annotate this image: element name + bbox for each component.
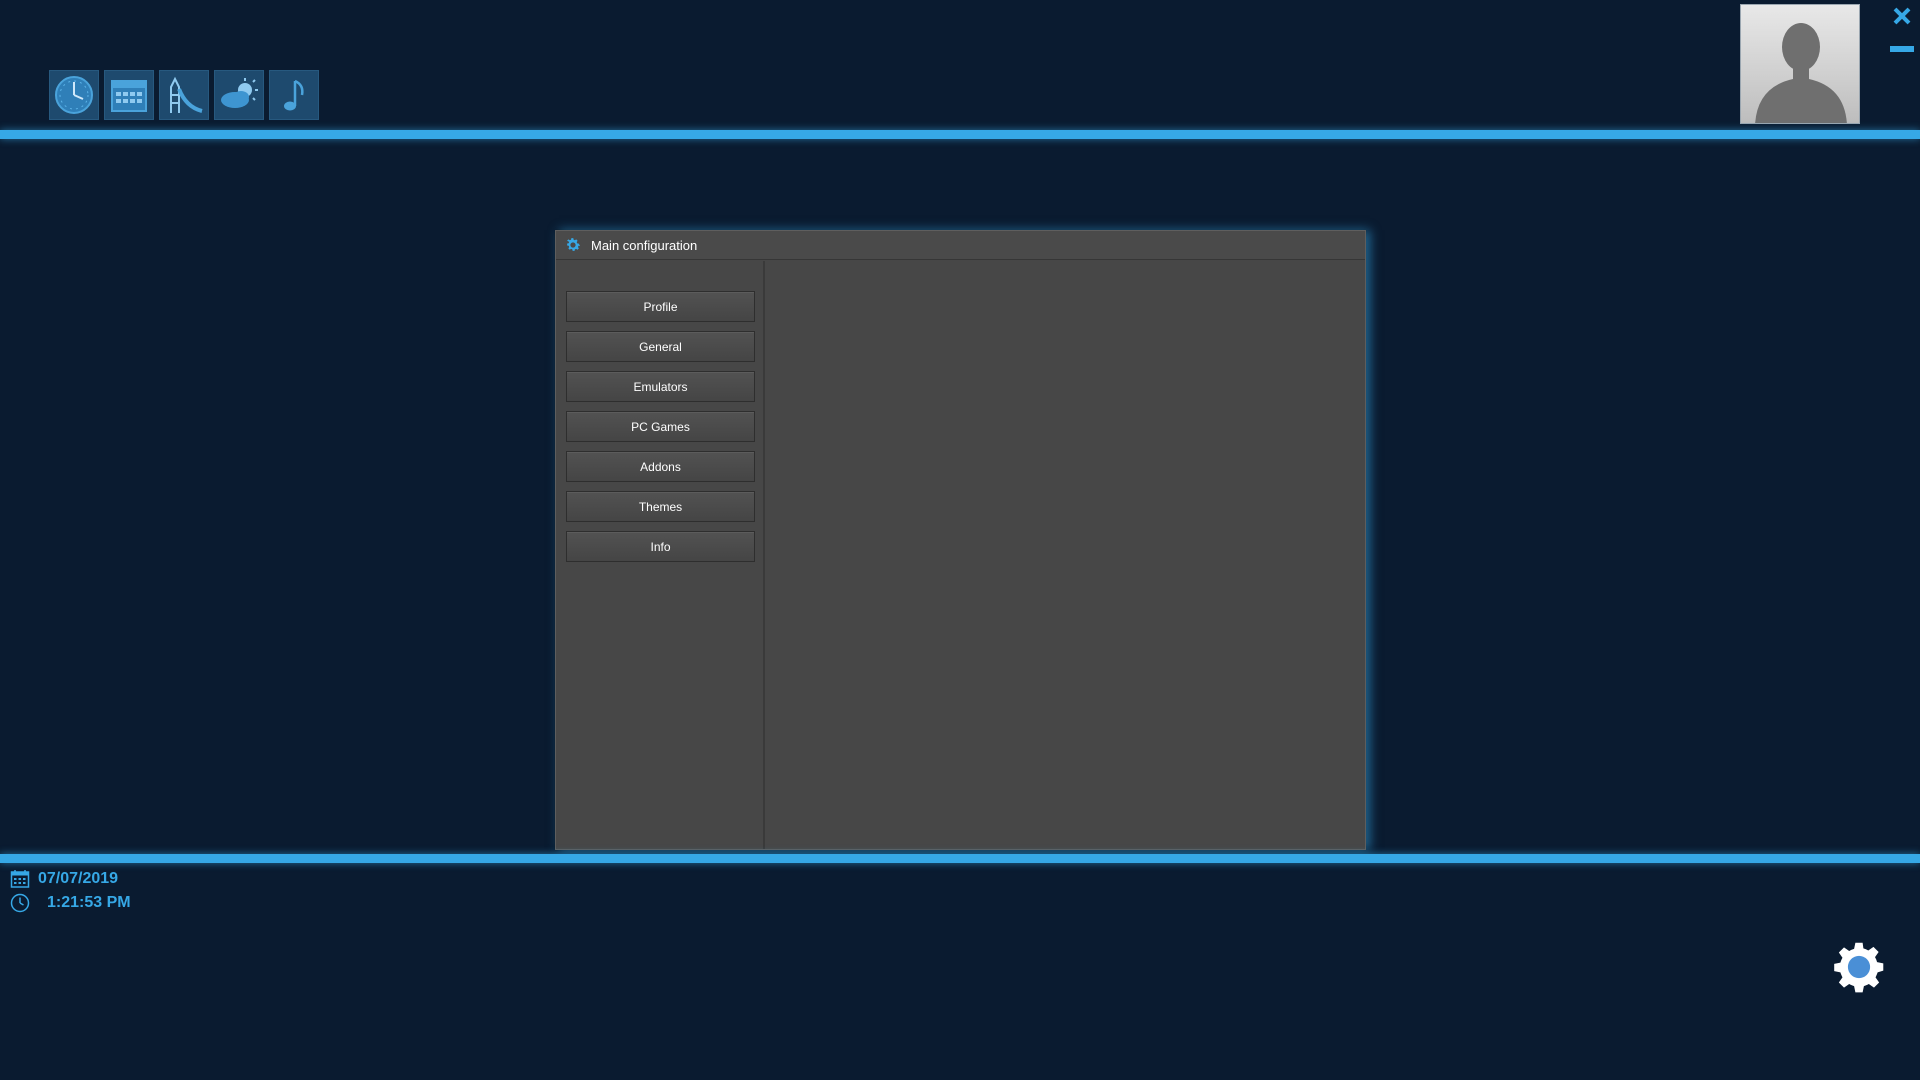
calendar-app-icon: [111, 80, 147, 112]
close-button[interactable]: [1892, 6, 1912, 26]
gear-icon: [567, 238, 581, 251]
dialog-title: Main configuration: [591, 237, 698, 253]
datetime-display: 07/07/2019 1:21:53 PM: [10, 867, 131, 915]
playground-app-button[interactable]: [159, 70, 209, 120]
config-nav-list: Profile General Emulators PC Games Addon…: [566, 291, 755, 571]
info-button[interactable]: Info: [566, 531, 755, 562]
music-app-icon: [284, 79, 304, 111]
themes-button[interactable]: Themes: [566, 491, 755, 522]
bottom-accent-bar: [0, 854, 1920, 863]
app-launcher-bar: [49, 70, 319, 120]
playground-app-icon: [170, 76, 203, 113]
person-silhouette-icon: [1755, 23, 1847, 123]
profile-button[interactable]: Profile: [566, 291, 755, 322]
calendar-icon: [10, 870, 30, 888]
settings-gear-icon: [1834, 942, 1884, 993]
pc-games-button[interactable]: PC Games: [566, 411, 755, 442]
music-app-button[interactable]: [269, 70, 319, 120]
time-row: 1:21:53 PM: [10, 891, 131, 915]
settings-button[interactable]: [1828, 936, 1890, 998]
user-avatar[interactable]: [1740, 4, 1860, 124]
time-text: 1:21:53 PM: [47, 894, 131, 911]
emulators-button[interactable]: Emulators: [566, 371, 755, 402]
config-sidebar: Profile General Emulators PC Games Addon…: [556, 261, 765, 849]
desktop-screen: Main configuration Profile General Emula…: [0, 0, 1920, 1080]
weather-app-button[interactable]: [214, 70, 264, 120]
main-configuration-dialog: Main configuration Profile General Emula…: [555, 230, 1366, 850]
weather-app-icon: [221, 78, 258, 108]
top-accent-bar: [0, 130, 1920, 139]
clock-icon: [10, 893, 30, 913]
addons-button[interactable]: Addons: [566, 451, 755, 482]
minimize-button[interactable]: [1890, 46, 1914, 52]
clock-app-button[interactable]: [49, 70, 99, 120]
date-row: 07/07/2019: [10, 867, 131, 891]
clock-app-icon: [55, 76, 93, 114]
dialog-titlebar[interactable]: Main configuration: [556, 231, 1365, 260]
date-text: 07/07/2019: [38, 870, 119, 887]
config-content-panel: [766, 261, 1365, 849]
general-button[interactable]: General: [566, 331, 755, 362]
calendar-app-button[interactable]: [104, 70, 154, 120]
close-icon: [1893, 7, 1911, 25]
